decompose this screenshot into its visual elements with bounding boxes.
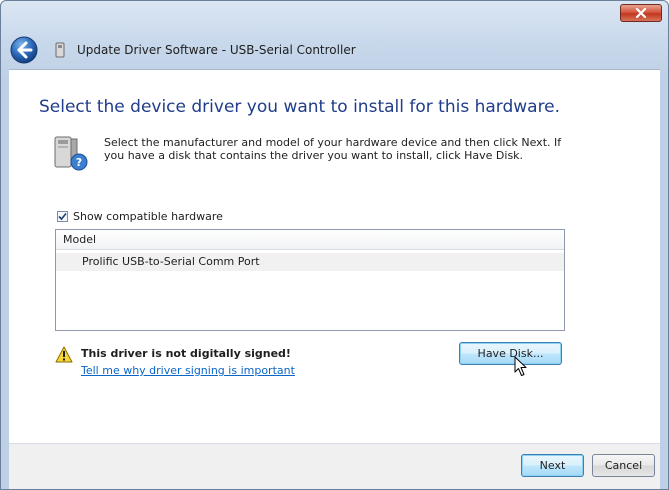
- unsigned-warning-text: This driver is not digitally signed!: [81, 347, 291, 360]
- back-arrow-icon: [10, 36, 38, 64]
- next-button[interactable]: Next: [521, 454, 584, 477]
- model-column-header[interactable]: Model: [56, 230, 564, 250]
- dialog-footer: Next Cancel: [9, 443, 660, 489]
- show-compatible-label[interactable]: Show compatible hardware: [73, 210, 223, 223]
- close-x-icon: [635, 8, 647, 18]
- warning-triangle-icon: [55, 346, 73, 363]
- close-button[interactable]: [620, 4, 662, 22]
- show-compatible-row: Show compatible hardware: [57, 210, 223, 223]
- description-text: Select the manufacturer and model of you…: [104, 136, 562, 162]
- driver-update-dialog: Update Driver Software - USB-Serial Cont…: [0, 0, 669, 490]
- content-area: Select the device driver you want to ins…: [9, 69, 660, 443]
- title-bar: [1, 1, 668, 29]
- model-listbox[interactable]: Model Prolific USB-to-Serial Comm Port: [55, 229, 565, 331]
- back-button[interactable]: [9, 35, 39, 65]
- hardware-help-icon: ?: [54, 136, 88, 171]
- have-disk-button[interactable]: Have Disk...: [459, 342, 562, 365]
- window-title: Update Driver Software - USB-Serial Cont…: [77, 43, 356, 57]
- list-item[interactable]: Prolific USB-to-Serial Comm Port: [56, 253, 564, 271]
- main-instruction: Select the device driver you want to ins…: [39, 97, 561, 117]
- usb-device-icon: [53, 41, 67, 59]
- svg-text:?: ?: [76, 156, 82, 169]
- driver-signing-link[interactable]: Tell me why driver signing is important: [81, 364, 295, 377]
- cancel-button[interactable]: Cancel: [592, 454, 655, 477]
- show-compatible-checkbox[interactable]: [57, 211, 68, 222]
- dialog-header: Update Driver Software - USB-Serial Cont…: [9, 31, 660, 69]
- checkmark-icon: [58, 212, 67, 221]
